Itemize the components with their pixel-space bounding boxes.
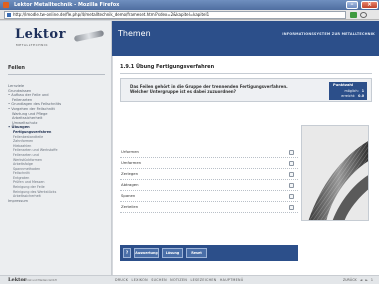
answer-checkbox[interactable]: [289, 150, 294, 155]
answer-option: Spanen: [120, 191, 298, 202]
file-tool-icon: [73, 29, 105, 43]
answer-label: Umformen: [121, 160, 142, 165]
answer-checkbox[interactable]: [289, 183, 294, 188]
answer-label: Zerteilen: [121, 204, 139, 209]
answer-checkbox[interactable]: [289, 172, 294, 177]
score-possible: möglich: 1: [345, 89, 364, 93]
score-possible-label: möglich:: [344, 89, 359, 93]
answer-checkbox[interactable]: [289, 161, 294, 166]
answer-option: Abtragen: [120, 180, 298, 191]
solution-button[interactable]: Lösung: [162, 248, 183, 258]
window-titlebar: Lektor Metalltechnik - Mozilla Firefox –…: [0, 0, 379, 10]
score-panel: Punktzahl möglich: 1 erreicht: 0.0: [329, 82, 367, 100]
answer-label: Zerlegen: [121, 171, 139, 176]
answer-list: Urformen Umformen Zerlegen Abtragen Span…: [120, 147, 298, 213]
footer-pager[interactable]: ZURÜCK ◄ ► 1: [343, 278, 373, 282]
footer: Lektor Technik und Medien GmbH DRUCK LEX…: [0, 275, 379, 284]
address-bar: http://lmodle.tw-online.de/fle.php/4/met…: [0, 10, 379, 20]
help-button[interactable]: ?: [123, 248, 131, 258]
url-input[interactable]: http://lmodle.tw-online.de/fle.php/4/met…: [4, 11, 346, 19]
answer-option: Umformen: [120, 158, 298, 169]
score-title: Punktzahl: [333, 83, 354, 87]
answer-option: Zerlegen: [120, 169, 298, 180]
close-icon: ×: [366, 1, 373, 8]
score-achieved: erreicht: 0.0: [341, 94, 364, 98]
header-title: Themen: [118, 29, 151, 38]
window-title: Lektor Metalltechnik - Mozilla Firefox: [14, 2, 120, 8]
answer-label: Abtragen: [121, 182, 139, 187]
app-header: Themen INFORMATIONSSYSTEM ZUR METALLTECH…: [112, 21, 379, 56]
logo-area: Lektor METALLTECHNIK: [0, 21, 112, 56]
sidebar-heading: Feilen: [8, 65, 25, 71]
score-achieved-value: 0.0: [358, 94, 364, 98]
sidebar-divider: [8, 74, 105, 75]
header-tagline: INFORMATIONSSYSTEM ZUR METALLTECHNIK: [282, 32, 375, 36]
score-achieved-label: erreicht:: [341, 94, 356, 98]
footer-nav[interactable]: DRUCK LEXIKON SUCHEN NOTIZEN LESEZEICHEN…: [115, 278, 244, 282]
sidebar-item-impressum[interactable]: Impressum: [8, 199, 108, 204]
page-title: 1.9.1 Übung Fertigungsverfahren: [120, 64, 215, 70]
answer-label: Spanen: [121, 193, 136, 198]
search-icon[interactable]: [360, 12, 367, 18]
firefox-icon: [3, 2, 9, 8]
minimize-icon: –: [350, 1, 354, 8]
file-photo: [301, 125, 369, 221]
minimize-button[interactable]: –: [346, 1, 358, 9]
sidebar: Feilen Lernziele Grundwissen • Aufbau de…: [0, 56, 112, 275]
page-favicon-icon: [7, 13, 11, 17]
evaluate-button[interactable]: Auswertung: [134, 248, 159, 258]
answer-checkbox[interactable]: [289, 194, 294, 199]
logo: Lektor: [15, 27, 66, 42]
action-bar: ? Auswertung Lösung Reset: [120, 245, 298, 261]
url-text: http://lmodle.tw-online.de/fle.php/4/met…: [13, 12, 210, 17]
question-panel: Das Feilen gehört in die Gruppe der tren…: [120, 78, 372, 102]
go-icon[interactable]: [350, 12, 357, 18]
answer-option: Zerteilen: [120, 202, 298, 213]
answer-label: Urformen: [121, 149, 139, 154]
answer-option: Urformen: [120, 147, 298, 158]
file-illustration: [302, 126, 368, 220]
close-button[interactable]: ×: [361, 1, 378, 9]
title-divider: [120, 73, 372, 74]
sidebar-nav: Lernziele Grundwissen • Aufbau der Feile…: [8, 84, 108, 203]
question-text: Das Feilen gehört in die Gruppe der tren…: [130, 84, 288, 95]
footer-logo-subtitle: Technik und Medien GmbH: [22, 279, 57, 282]
reset-button[interactable]: Reset: [186, 248, 207, 258]
main-content: 1.9.1 Übung Fertigungsverfahren Das Feil…: [113, 56, 379, 275]
answer-checkbox[interactable]: [289, 205, 294, 210]
score-possible-value: 1: [361, 89, 364, 93]
logo-subtitle: METALLTECHNIK: [16, 43, 49, 47]
